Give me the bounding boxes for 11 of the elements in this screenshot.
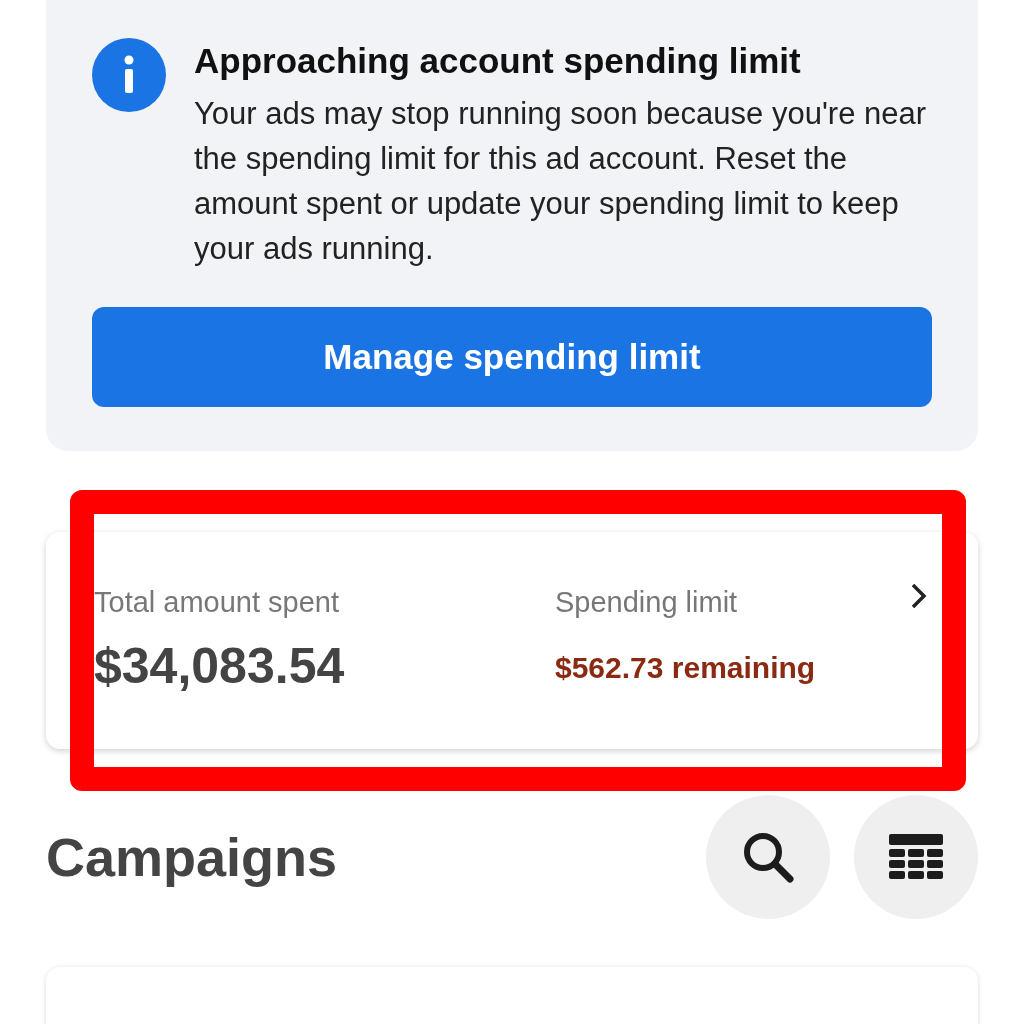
alert-title: Approaching account spending limit bbox=[194, 40, 802, 82]
info-icon bbox=[92, 38, 166, 112]
campaigns-heading: Campaigns bbox=[46, 826, 339, 888]
amount-value: $34,083.54 bbox=[94, 637, 346, 696]
manage-spending-limit-button[interactable]: Manage spending limit bbox=[92, 307, 932, 407]
alert-message: Your ads may stop running soon because you're near the spending limit for this ad account. Reset the amount spent or update your spending limit to keep your ads running. bbox=[194, 95, 928, 268]
remaining-value: $562.73 remaining bbox=[555, 650, 817, 686]
summary-label: Total amount spent bbox=[94, 585, 341, 620]
spending-summary-card[interactable]: Total amount spent $34,083.54 Spending limit $562.73 remaining bbox=[46, 532, 978, 749]
table-icon bbox=[889, 834, 943, 880]
summary-label: Spending limit bbox=[555, 585, 739, 620]
